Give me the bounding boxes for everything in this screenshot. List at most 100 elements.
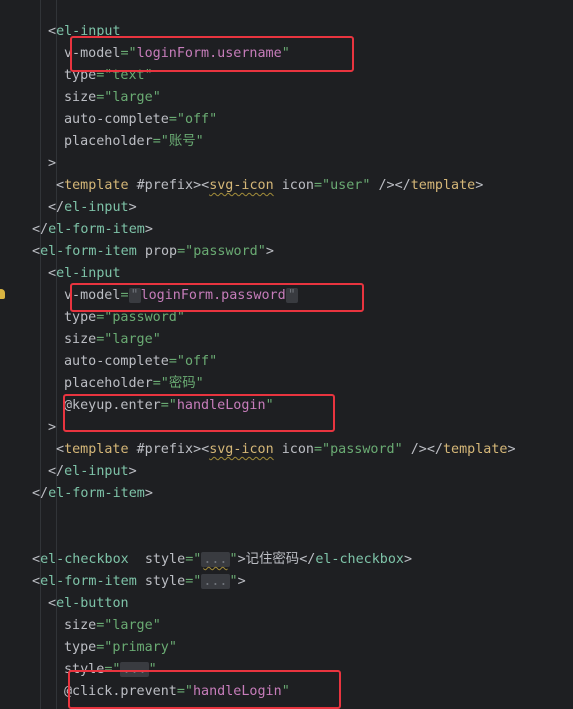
code-token: " [148,662,157,677]
code-line[interactable]: <template #prefix><svg-icon icon="passwo… [0,439,573,461]
code-token: password [330,442,395,457]
code-line[interactable]: placeholder="账号" [0,131,573,153]
code-token: el-form-item [40,574,137,589]
code-line[interactable]: size="large" [0,87,573,109]
code-line[interactable]: > [0,153,573,175]
code-line[interactable]: size="large" [0,329,573,351]
code-line[interactable]: style="... " [0,659,573,681]
code-line[interactable]: </el-input> [0,461,573,483]
code-line[interactable]: </el-input> [0,197,573,219]
code-token: size [64,332,97,347]
code-token: type [64,310,97,325]
code-token: =" [96,90,113,105]
code-token: el-checkbox [40,552,129,567]
code-token: #prefix [128,178,194,193]
code-line[interactable]: @keyup.enter="handleLogin" [0,395,573,417]
code-token: > [237,552,246,567]
code-token: =" [96,332,113,347]
code-token: </ [32,222,49,237]
code-token: #prefix [128,442,194,457]
code-token: > [193,442,202,457]
code-token: template [64,442,129,457]
code-token: placeholder [64,134,153,149]
code-token: el-button [56,596,129,611]
code-line[interactable]: </el-form-item> [0,483,573,505]
code-token: < [32,552,41,567]
code-line[interactable]: <el-button [0,593,573,615]
code-token: > [144,222,153,237]
code-token: > [48,420,57,435]
code-token: auto-complete [64,354,169,369]
code-token: > [237,574,246,589]
code-token: svg-icon [209,442,274,457]
code-line[interactable] [0,527,573,549]
code-token: " [195,134,204,149]
code-token: " [285,288,298,303]
code-token: template [410,178,476,193]
code-line[interactable]: </el-form-item> [0,219,573,241]
code-token: =" [314,178,331,193]
code-token: primary [112,640,169,655]
code-line[interactable]: <template #prefix><svg-icon icon="user" … [0,175,573,197]
code-token: icon [273,442,314,457]
code-token: " [229,574,238,589]
code-token: /> [402,442,427,457]
code-token: el-form-item [48,222,145,237]
code-line[interactable]: v-model= " loginForm.password " [0,285,573,307]
code-line[interactable]: auto-complete="off" [0,109,573,131]
code-token: =" [96,640,113,655]
code-token: style [128,552,186,567]
code-token: > [404,552,413,567]
code-token: < [201,442,210,457]
code-token: auto-complete [64,112,169,127]
code-token: > [265,244,274,259]
code-line[interactable]: > [0,417,573,439]
code-line[interactable]: type="text" [0,65,573,87]
code-token: > [128,464,137,479]
code-line[interactable]: <el-form-item style="... "> [0,571,573,593]
code-line[interactable]: type="password" [0,307,573,329]
code-line[interactable] [0,505,573,527]
code-token: </ [48,200,65,215]
code-token: = [120,288,129,303]
code-token: > [475,178,484,193]
code-token: " [128,288,141,303]
code-token: prop [136,244,178,259]
code-token: =" [185,552,202,567]
code-line[interactable]: <el-form-item prop="password"> [0,241,573,263]
code-token: type [64,640,97,655]
code-token: el-input [64,200,129,215]
code-line[interactable]: <el-checkbox style="... ">记住密码</el-checkb… [0,549,573,571]
code-token: > [144,486,153,501]
code-line[interactable]: size="large" [0,615,573,637]
code-token: " [176,310,185,325]
code-token: el-input [64,464,129,479]
code-token: " [394,442,403,457]
code-line[interactable]: auto-complete="off" [0,351,573,373]
code-token: password [193,244,258,259]
code-line[interactable]: type="primary" [0,637,573,659]
code-line[interactable]: <el-input [0,21,573,43]
code-token: </ [426,442,443,457]
code-line[interactable]: v-model="loginForm.username" [0,43,573,65]
code-token: template [64,178,129,193]
code-editor[interactable]: <el-input v-model="loginForm.username" typ… [0,0,573,709]
code-token: </ [299,552,316,567]
code-token: 账号 [168,134,196,149]
code-token: el-input [56,266,121,281]
code-token: < [56,178,65,193]
code-token: text [112,68,145,83]
code-token: style [64,662,105,677]
code-token: ... [201,552,230,567]
code-line[interactable]: <el-input [0,263,573,285]
code-token: " [281,46,290,61]
code-token: > [507,442,516,457]
code-token: < [48,596,57,611]
code-token: > [48,156,57,171]
code-token: =" [96,68,113,83]
code-token: " [195,376,204,391]
code-token: =" [314,442,331,457]
code-line[interactable]: @click.prevent="handleLogin" [0,681,573,703]
code-line[interactable]: placeholder="密码" [0,373,573,395]
code-token: =" [120,46,137,61]
